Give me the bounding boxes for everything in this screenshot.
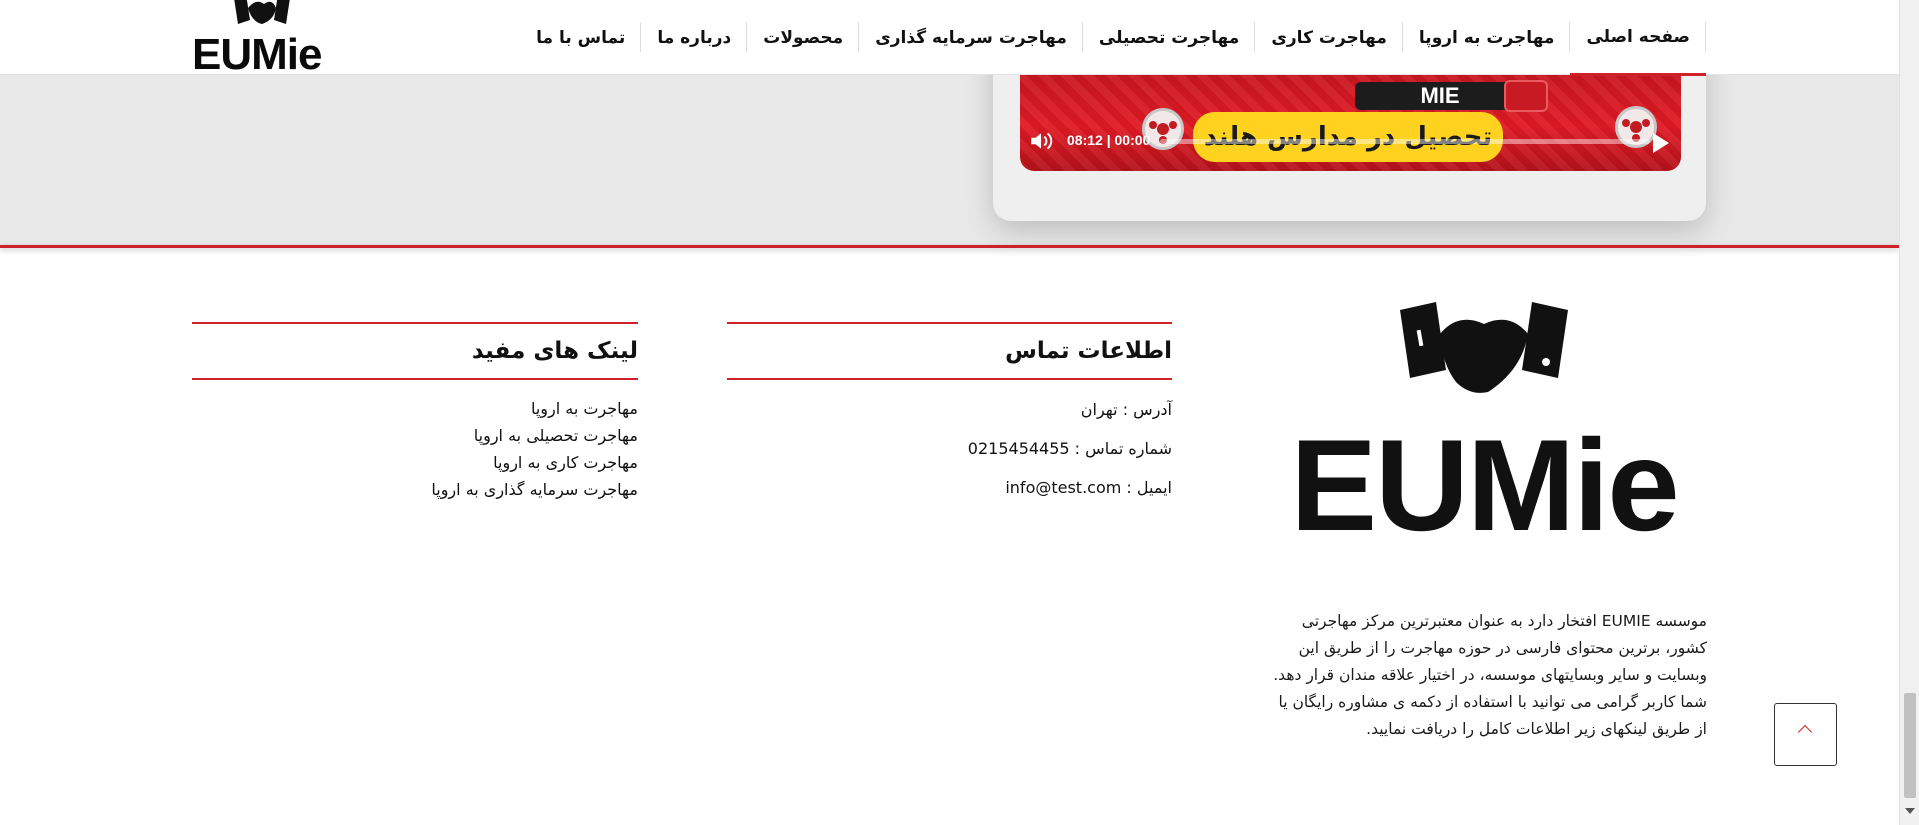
site-logo[interactable]: EUMie xyxy=(192,0,332,79)
site-header: EUMie صفحه اصلی مهاجرت به اروپا مهاجرت ک… xyxy=(0,0,1899,79)
nav-item-study-immigration[interactable]: مهاجرت تحصیلی xyxy=(1083,0,1256,76)
nav-item-work-immigration[interactable]: مهاجرت کاری xyxy=(1255,0,1403,76)
page-scrollbar[interactable] xyxy=(1899,0,1919,825)
contact-heading: اطلاعات تماس xyxy=(727,322,1172,380)
contact-address: آدرس : تهران xyxy=(1080,400,1172,419)
scrollbar-thumb[interactable] xyxy=(1904,693,1916,798)
camera-icon xyxy=(1504,80,1548,112)
video-progress-bar[interactable] xyxy=(1160,139,1650,144)
video-channel-tag: MIE xyxy=(1355,82,1525,110)
nav-item-europe-immigration[interactable]: مهاجرت به اروپا xyxy=(1403,0,1571,76)
useful-links-heading: لینک های مفید xyxy=(192,322,638,380)
logo-text: EUMie xyxy=(192,30,322,79)
contact-phone: شماره تماس : 0215454455 xyxy=(967,439,1172,458)
play-icon[interactable] xyxy=(1653,133,1669,153)
useful-links-section: لینک های مفید مهاجرت به اروپا مهاجرت تحص… xyxy=(192,322,638,503)
footer-link[interactable]: مهاجرت تحصیلی به اروپا xyxy=(192,422,638,449)
contact-email: ایمیل : info@test.com xyxy=(1005,478,1172,497)
nav-item-investment-immigration[interactable]: مهاجرت سرمایه گذاری xyxy=(859,0,1083,76)
nav-item-contact[interactable]: تماس با ما xyxy=(520,0,642,76)
nav-item-home[interactable]: صفحه اصلی xyxy=(1570,0,1706,76)
video-time: 08:12 | 00:00 xyxy=(1067,132,1151,148)
contact-info-section: اطلاعات تماس آدرس : تهران شماره تماس : 0… xyxy=(727,322,1172,497)
video-player[interactable]: MIE تحصیل در مدارس هلند 08:12 | 00:00 xyxy=(1020,60,1681,171)
about-text: موسسه EUMIE افتخار دارد به عنوان معتبرتر… xyxy=(1273,612,1707,738)
footer-link[interactable]: مهاجرت کاری به اروپا xyxy=(192,449,638,476)
back-to-top-button[interactable] xyxy=(1774,703,1837,766)
volume-icon[interactable] xyxy=(1028,128,1054,154)
section-divider xyxy=(0,245,1899,248)
footer-link[interactable]: مهاجرت سرمایه گذاری به اروپا xyxy=(192,476,638,503)
footer-logo: EUMie xyxy=(1264,300,1704,555)
handshake-icon xyxy=(1400,302,1568,393)
main-nav: صفحه اصلی مهاجرت به اروپا مهاجرت کاری مه… xyxy=(520,0,1706,76)
scroll-down-arrow-icon[interactable] xyxy=(1905,808,1915,814)
footer-logo-text: EUMie xyxy=(1290,412,1679,558)
footer-link[interactable]: مهاجرت به اروپا xyxy=(192,395,638,422)
video-title: تحصیل در مدارس هلند xyxy=(1193,112,1503,162)
useful-links-list: مهاجرت به اروپا مهاجرت تحصیلی به اروپا م… xyxy=(192,395,638,503)
nav-item-products[interactable]: محصولات xyxy=(747,0,860,76)
nav-item-about[interactable]: درباره ما xyxy=(641,0,748,76)
chevron-up-icon xyxy=(1797,724,1813,740)
handshake-icon xyxy=(234,0,290,24)
